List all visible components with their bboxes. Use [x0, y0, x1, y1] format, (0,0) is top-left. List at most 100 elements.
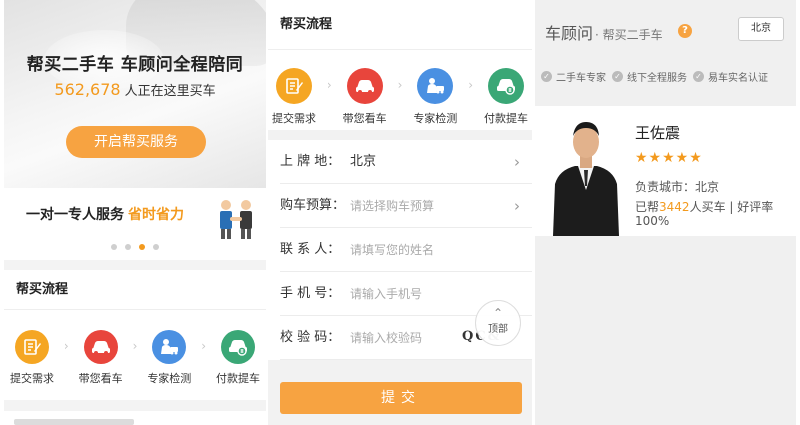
- advisor-page-title: 车顾问 · 帮买二手车: [545, 20, 663, 44]
- process-step: 付款提车: [216, 330, 260, 386]
- carousel-dot[interactable]: [111, 244, 117, 250]
- stat-prefix: 已帮: [635, 200, 660, 214]
- check-icon: ✓: [612, 70, 623, 82]
- check-icon: ✓: [541, 70, 552, 82]
- handshake-illustration-icon: [220, 200, 252, 239]
- car-icon: [346, 68, 383, 104]
- verification-code-input[interactable]: 请输入校验码: [350, 316, 422, 360]
- chevron-up-icon: ⌃: [492, 306, 504, 320]
- plate-location-field[interactable]: 上 牌 地： 北京 ›: [280, 140, 532, 184]
- process-step: 带您看车: [79, 330, 123, 386]
- carousel-dot[interactable]: [125, 244, 131, 250]
- process-section: 帮买流程 提交需求 › 带您看车 › 专家检测 › 付款提车: [268, 0, 532, 130]
- edit-form-icon: [15, 330, 49, 364]
- advisor-panel: 车顾问 · 帮买二手车 ? 北京 ✓ 二手车专家 ✓ 线下全程服务 ✓ 易车实名认证 王…: [535, 0, 796, 425]
- submit-button[interactable]: 提交: [280, 382, 522, 414]
- feature-label: 易车实名认证: [708, 72, 768, 84]
- promo-main: 一对一专人服务: [26, 207, 124, 223]
- service-features: ✓ 二手车专家 ✓ 线下全程服务 ✓ 易车实名认证: [535, 64, 796, 88]
- buyer-count-number: 562,678: [54, 80, 121, 99]
- process-step: 提交需求: [272, 68, 316, 126]
- process-step: 提交需求: [10, 330, 54, 386]
- contact-field[interactable]: 联 系 人： 请填写您的姓名: [280, 228, 532, 272]
- next-section-stub: [4, 403, 266, 425]
- verification-code-label: 校 验 码：: [280, 330, 341, 345]
- feature-label: 二手车专家: [556, 72, 606, 84]
- advisor-subtitle: · 帮买二手车: [595, 28, 663, 42]
- process-steps: 提交需求 › 带您看车 › 专家检测 › 付款提车: [4, 330, 266, 386]
- process-step: 付款提车: [484, 68, 528, 126]
- process-step: 带您看车: [343, 68, 387, 126]
- contact-label: 联 系 人：: [280, 242, 341, 257]
- city-selector[interactable]: 北京: [738, 17, 784, 41]
- hero-banner: 帮买二手车 车顾问全程陪同 562,678 人正在这里买车 开启帮买服务: [4, 0, 266, 188]
- promo-highlight: 省时省力: [128, 207, 184, 223]
- advisor-stats: 已帮3442人买车 | 好评率 100%: [635, 200, 785, 228]
- plate-location-value[interactable]: 北京: [350, 140, 376, 184]
- process-section: 帮买流程 提交需求 › 带您看车 › 专家检测 › 付款提车: [4, 270, 266, 400]
- feature-item: ✓ 线下全程服务: [612, 69, 687, 84]
- process-step-label: 付款提车: [483, 112, 528, 125]
- buyer-count: 562,678 人正在这里买车: [4, 80, 266, 99]
- car-payment-icon: [220, 330, 255, 364]
- car-icon: [83, 330, 118, 364]
- process-section-title: 帮买流程: [268, 0, 532, 50]
- advisor-city: 负责城市：北京: [635, 180, 720, 194]
- contact-name-input[interactable]: 请填写您的姓名: [350, 228, 434, 272]
- start-service-button[interactable]: 开启帮买服务: [66, 126, 206, 158]
- step-arrow-icon: ›: [132, 339, 138, 353]
- chevron-right-icon: ›: [514, 197, 520, 215]
- budget-field[interactable]: 购车预算： 请选择购车预算 ›: [280, 184, 532, 228]
- advisor-avatar: [545, 112, 627, 236]
- hero-title: 帮买二手车 车顾问全程陪同: [26, 55, 244, 75]
- next-section-title-placeholder: [14, 419, 134, 425]
- carousel-dots[interactable]: [4, 244, 266, 250]
- phone-input[interactable]: 请输入手机号: [350, 272, 422, 316]
- step-arrow-icon: ›: [468, 78, 474, 92]
- advisor-header: 车顾问 · 帮买二手车 ? 北京: [535, 0, 796, 60]
- back-to-top-button[interactable]: ⌃ 顶部: [475, 300, 521, 346]
- landing-panel: 帮买二手车 车顾问全程陪同 562,678 人正在这里买车 开启帮买服务 一对一专…: [4, 0, 266, 425]
- carousel-dot[interactable]: [153, 244, 159, 250]
- feature-label: 线下全程服务: [627, 72, 687, 84]
- process-step-label: 专家检测: [413, 112, 458, 125]
- process-step-label: 提交需求: [272, 112, 316, 125]
- help-icon[interactable]: ?: [678, 24, 692, 38]
- phone-label: 手 机 号：: [280, 286, 341, 301]
- advisor-name: 王佐震: [635, 124, 681, 142]
- request-form-panel: 帮买流程 提交需求 › 带您看车 › 专家检测 › 付款提车 上 牌 地： 北京 › 购车预…: [268, 0, 532, 425]
- step-arrow-icon: ›: [201, 339, 207, 353]
- process-step-label: 带您看车: [78, 372, 123, 385]
- feature-item: ✓ 易车实名认证: [693, 69, 768, 84]
- advisor-card[interactable]: 王佐震 ★★★★★ 负责城市：北京 已帮3442人买车 | 好评率 100%: [535, 106, 796, 236]
- process-step-label: 付款提车: [215, 372, 260, 385]
- promo-banner[interactable]: 一对一专人服务 省时省力: [4, 188, 266, 260]
- approval-rate: 100%: [635, 214, 670, 228]
- budget-select[interactable]: 请选择购车预算: [350, 184, 434, 228]
- process-step-label: 带您看车: [342, 112, 387, 125]
- process-step-label: 提交需求: [10, 372, 54, 385]
- advisor-title: 车顾问: [545, 24, 594, 43]
- edit-form-icon: [276, 68, 312, 104]
- step-arrow-icon: ›: [326, 78, 332, 92]
- budget-label: 购车预算：: [280, 198, 346, 213]
- process-step: 专家检测: [147, 330, 191, 386]
- step-arrow-icon: ›: [63, 339, 69, 353]
- rating-stars: ★★★★★: [635, 150, 703, 166]
- plate-location-label: 上 牌 地：: [280, 154, 341, 169]
- carousel-dot-active[interactable]: [139, 244, 145, 250]
- process-steps: 提交需求 › 带您看车 › 专家检测 › 付款提车: [268, 68, 532, 126]
- buyer-count-suffix: 人正在这里买车: [124, 84, 216, 99]
- process-step-label: 专家检测: [147, 372, 192, 385]
- step-arrow-icon: ›: [397, 78, 403, 92]
- car-payment-icon: [487, 68, 524, 104]
- feature-item: ✓ 二手车专家: [541, 69, 606, 84]
- helped-count: 3442: [659, 200, 690, 214]
- inspection-icon: [417, 68, 454, 104]
- empty-area: [535, 246, 796, 425]
- inspection-icon: [152, 330, 187, 364]
- process-step: 专家检测: [413, 68, 457, 126]
- stat-suffix: 人买车 | 好评率: [689, 200, 774, 214]
- back-to-top-label: 顶部: [488, 324, 508, 335]
- chevron-right-icon: ›: [514, 153, 520, 171]
